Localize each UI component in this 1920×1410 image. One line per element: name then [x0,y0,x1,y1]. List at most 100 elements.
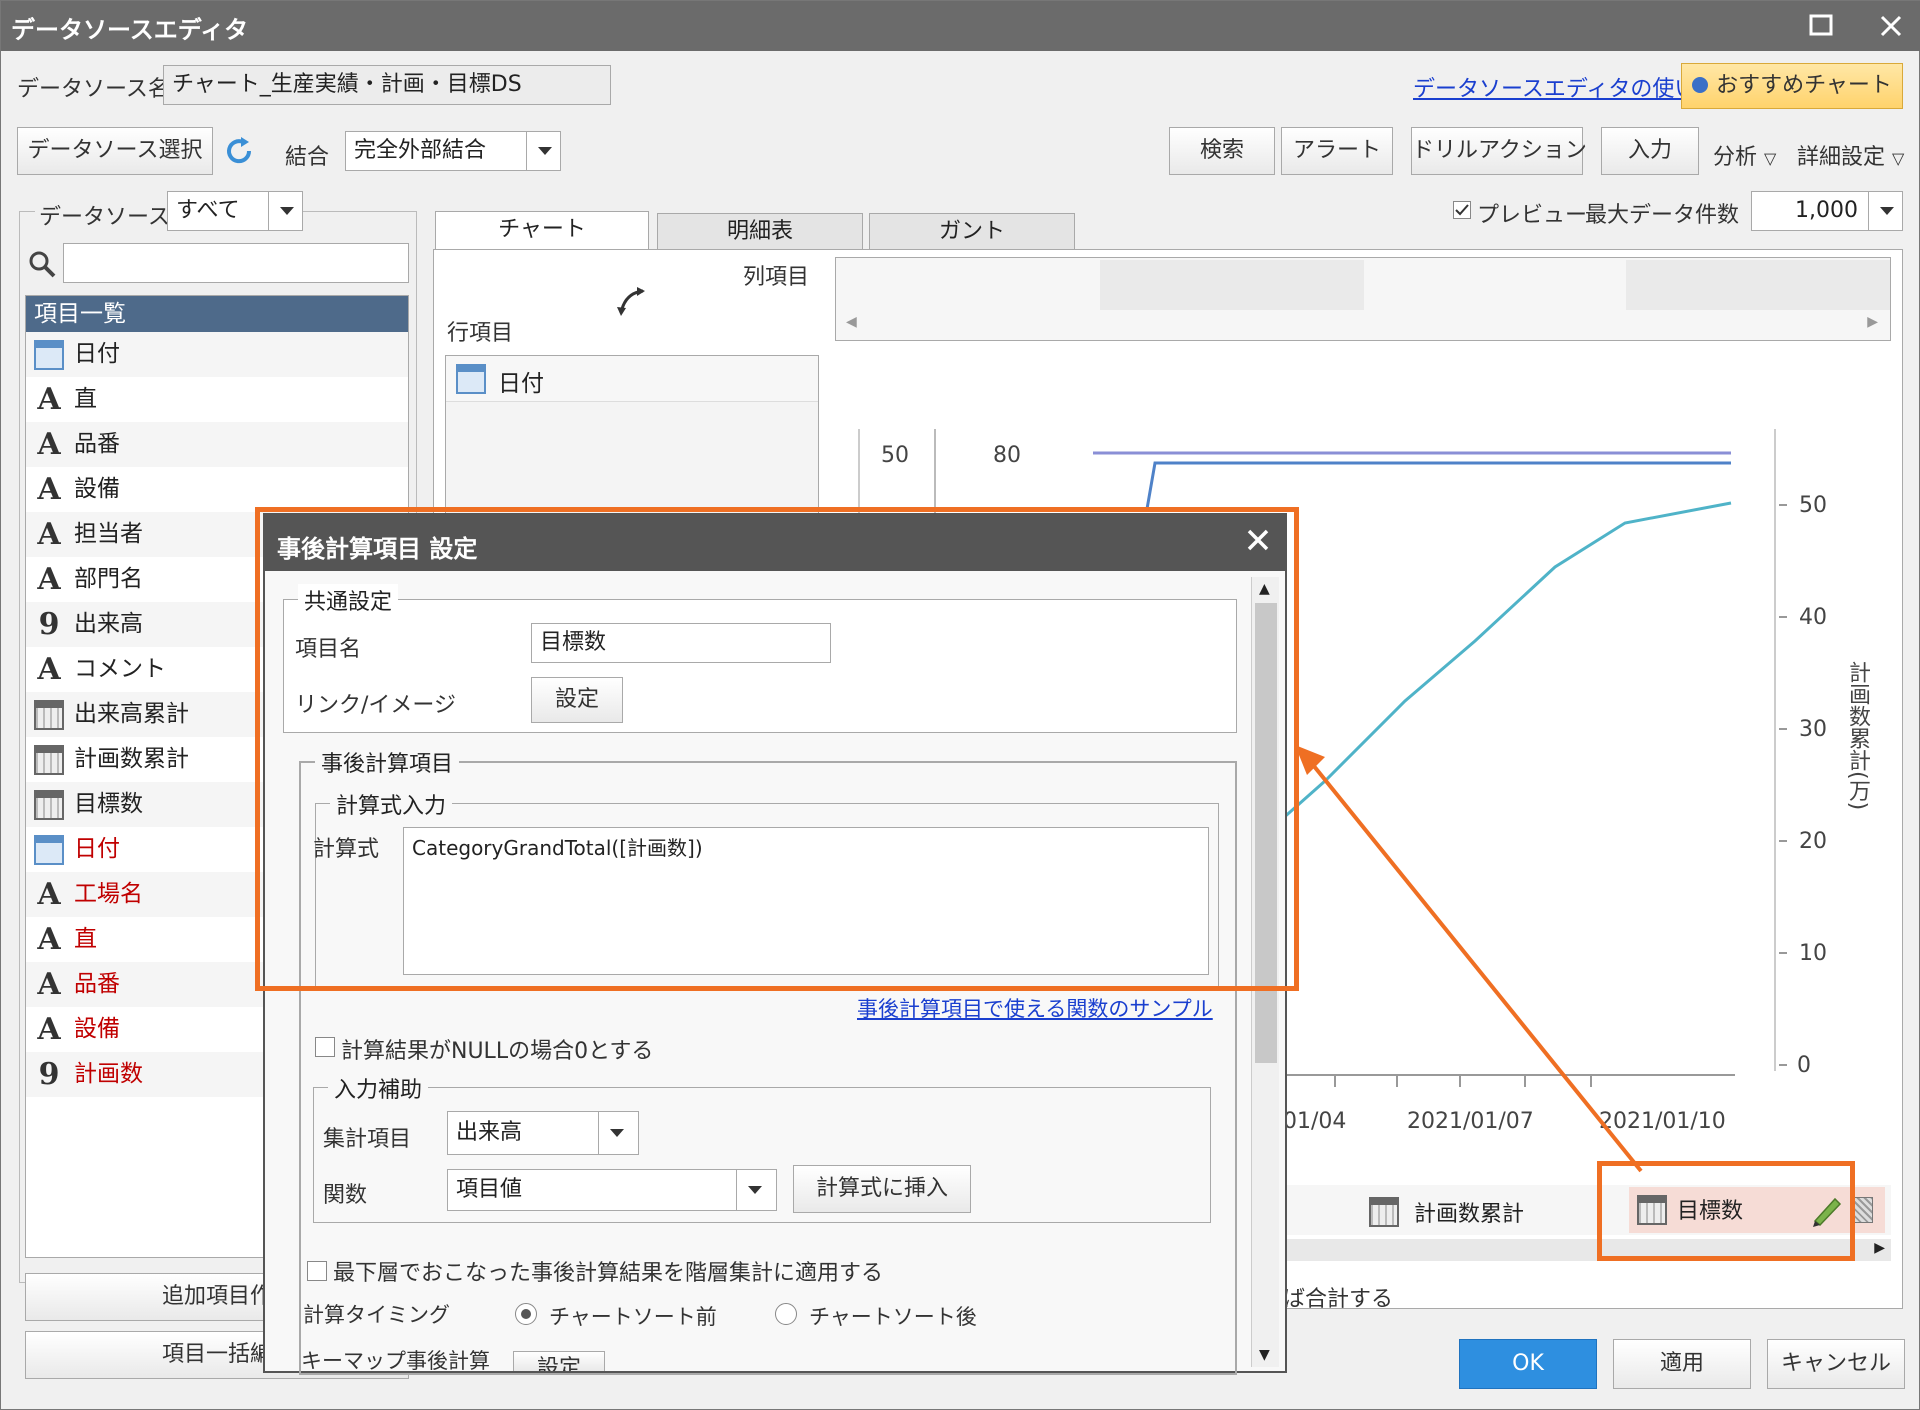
text-type-icon: A [37,967,61,1002]
detail-settings-label: 詳細設定 [1797,145,1886,170]
list-item-label: コメント [74,656,166,682]
datasource-name-field[interactable]: チャート_生産実績・計画・目標DS [163,65,611,105]
maximize-icon[interactable] [1801,7,1841,45]
row-item-date[interactable]: 日付 [446,356,818,402]
left-axis-tick-label: 80 [993,443,1021,468]
timing-before-sort-label: チャートソート前 [549,1305,717,1329]
column-slot [1100,260,1364,310]
analysis-label: 分析 [1713,145,1758,170]
calculator-icon [34,745,64,775]
right-axis-title: 計画数累計(万) [1845,661,1870,811]
agg-item-select[interactable]: 出来高 [447,1111,639,1155]
right-axis-tick-label: 0 [1797,1053,1811,1078]
max-rows-label: 最大データ件数 [1585,203,1740,228]
datasource-filter-label: データソース [35,199,174,231]
max-rows-select[interactable]: 1,000 [1751,191,1903,231]
text-type-icon: A [37,427,61,462]
apply-lowest-level-checkbox[interactable] [307,1261,327,1281]
annotation-arrow [1295,745,1643,1173]
item-search-input[interactable] [63,243,409,283]
number-type-icon: 9 [38,607,60,642]
tab-chart[interactable]: チャート [435,211,649,251]
right-axis-tick-label: 30 [1799,717,1827,742]
analysis-menu[interactable]: 分析 ▽ [1713,139,1776,171]
list-item[interactable]: A 設備 [26,467,408,512]
tab-detail-table[interactable]: 明細表 [657,213,863,249]
preview-checkbox[interactable] [1453,201,1471,219]
apply-button[interactable]: 適用 [1613,1339,1751,1389]
null-zero-checkbox[interactable] [315,1037,335,1057]
column-slot [1626,260,1890,310]
right-axis-tick-label: 20 [1799,829,1827,854]
list-item[interactable]: 日付 [26,332,408,377]
text-type-icon: A [37,652,61,687]
null-zero-label: 計算結果がNULLの場合0とする [341,1039,654,1064]
ok-button[interactable]: OK [1459,1339,1597,1389]
calculator-icon [1369,1197,1399,1227]
calculator-icon [34,700,64,730]
calendar-icon [34,835,64,865]
text-type-icon: A [37,472,61,507]
window-title: データソースエディタ [11,16,249,44]
datasource-editor-window: データソースエディタ データソース名 チャート_生産実績・計画・目標DS データ… [0,0,1920,1410]
timing-before-sort-radio[interactable] [515,1303,537,1325]
join-type-select[interactable]: 完全外部結合 [345,131,561,171]
list-item-label: 計画数 [74,1061,143,1087]
list-item-label: 日付 [74,836,120,862]
item-list-header: 項目一覧 [26,296,408,332]
detail-settings-menu[interactable]: 詳細設定 ▽ [1797,139,1904,171]
column-items-dropzone[interactable]: ◀ ▶ [835,257,1891,341]
check-icon [1455,204,1469,216]
calculator-icon [34,790,64,820]
row-items-dropzone[interactable]: 日付 [445,355,819,515]
list-item-label: 直 [74,926,97,952]
refresh-icon[interactable] [223,135,255,173]
text-type-icon: A [37,1012,61,1047]
list-item-label: 品番 [74,431,120,457]
chevron-down-icon[interactable] [598,1112,638,1154]
timing-after-sort-radio[interactable] [775,1303,797,1325]
cancel-button[interactable]: キャンセル [1767,1339,1905,1389]
datasource-name-label: データソース名 [17,77,170,102]
insert-formula-button[interactable]: 計算式に挿入 [793,1165,971,1213]
value-item-plan-total[interactable]: 計画数累計 [1369,1191,1524,1228]
close-icon[interactable] [1871,7,1911,45]
function-select[interactable]: 項目値 [447,1169,777,1211]
select-datasource-button[interactable]: データソース選択 [17,127,213,175]
recommend-chart-button[interactable]: おすすめチャート [1681,63,1903,109]
scroll-right-icon[interactable]: ▶ [1867,314,1878,330]
pin-icon [1692,77,1709,93]
help-link[interactable]: データソースエディタの使い方 [1413,71,1718,103]
row-item-date-label: 日付 [498,371,544,397]
input-button[interactable]: 入力 [1601,127,1699,175]
list-item[interactable]: A直 [26,377,408,422]
timing-after-sort-label: チャートソート後 [809,1305,977,1329]
chevron-down-icon[interactable] [526,132,560,170]
right-axis-tick-label: 50 [1799,493,1827,518]
scroll-right-icon[interactable]: ▶ [1874,1240,1885,1256]
calendar-icon [456,364,486,394]
list-item-label: 計画数累計 [74,746,189,772]
chevron-down-icon[interactable] [268,192,302,230]
alert-button[interactable]: アラート [1281,127,1393,175]
highlight-formula-area [255,507,1299,991]
swap-axes-icon[interactable] [615,285,649,325]
number-type-icon: 9 [38,1057,60,1092]
scroll-down-icon[interactable]: ▼ [1259,1347,1270,1363]
datasource-filter-select[interactable]: すべて [167,191,303,231]
input-assist-title: 入力補助 [328,1072,429,1104]
scroll-left-icon[interactable]: ◀ [846,314,857,330]
right-axis-tick-label: 10 [1799,941,1827,966]
function-sample-link[interactable]: 事後計算項目で使える関数のサンプル [857,993,1213,1023]
chevron-down-icon[interactable] [1868,192,1902,230]
list-item-label: 担当者 [74,521,143,547]
grand-total-option-label: ば合計する [1283,1287,1394,1312]
list-item-label: 設備 [74,1016,120,1042]
calendar-icon [34,340,64,370]
drill-action-button[interactable]: ドリルアクション [1411,127,1587,175]
tab-gantt[interactable]: ガント [869,213,1075,249]
chevron-down-icon[interactable] [736,1170,776,1210]
keymap-settings-button[interactable]: 設定 [513,1351,605,1371]
search-button[interactable]: 検索 [1169,127,1275,175]
list-item[interactable]: A 品番 [26,422,408,467]
